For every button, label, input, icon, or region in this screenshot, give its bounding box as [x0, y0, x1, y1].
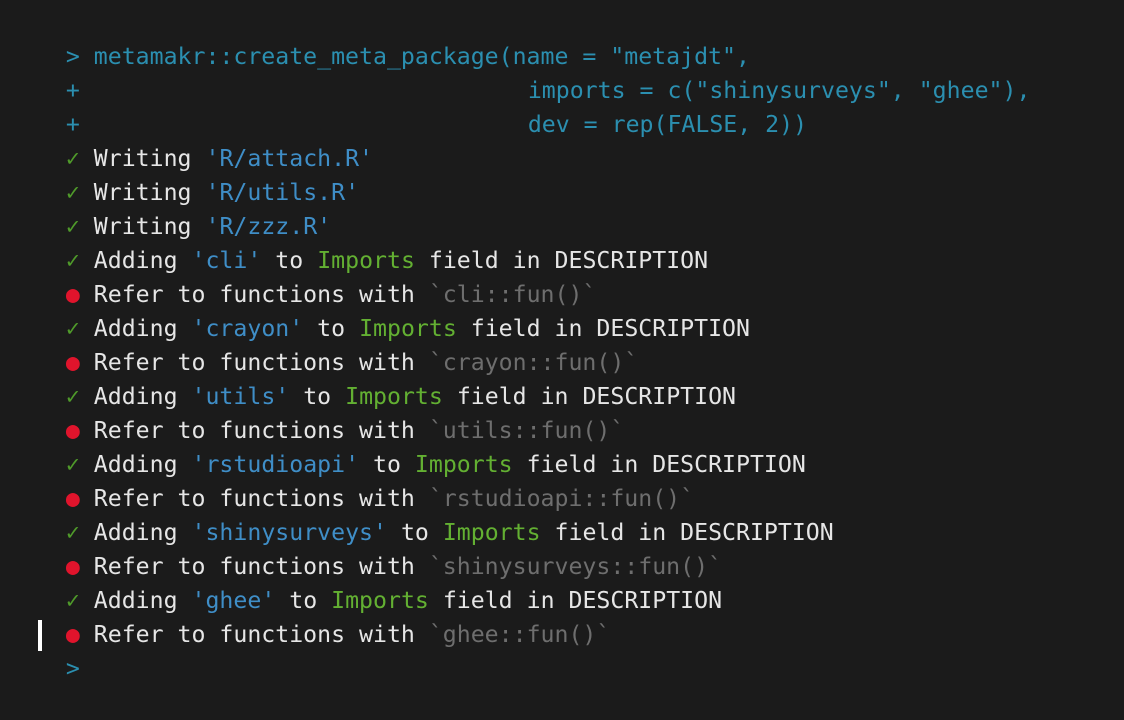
output-line: ● Refer to functions with `shinysurveys:… [10, 516, 722, 580]
command-line-2: + [10, 40, 80, 104]
output-line: ✓ Adding 'rstudioapi' to Imports field i… [10, 414, 806, 478]
output-line: ✓ Adding 'ghee' to Imports field in DESC… [10, 550, 722, 614]
output-line: ● Refer to functions with `cli::fun()` [10, 244, 597, 308]
prompt-symbol: > [65, 655, 80, 682]
command-continuation-3: dev = rep(FALSE, 2)) [472, 74, 807, 138]
command-continuation-2: imports = c("shinysurveys", "ghee"), [472, 40, 1031, 104]
command-line-1: > metamakr::create_meta_package(name = "… [10, 6, 750, 70]
command-text: dev = rep(FALSE, 2)) [527, 111, 808, 138]
output-line: ✓ Adding 'cli' to Imports field in DESCR… [10, 210, 708, 274]
input-prompt-line[interactable]: > [10, 618, 80, 682]
text-cursor [38, 620, 42, 651]
output-line: ✓ Writing 'R/attach.R' [10, 108, 373, 172]
output-line: ● Refer to functions with `crayon::fun()… [10, 312, 638, 376]
output-line: ✓ Adding 'crayon' to Imports field in DE… [10, 278, 750, 342]
r-console[interactable]: > metamakr::create_meta_package(name = "… [0, 0, 1124, 682]
output-line: ✓ Writing 'R/zzz.R' [10, 176, 331, 240]
function-hint: `ghee::fun()` [428, 621, 611, 648]
output-line: ✓ Adding 'utils' to Imports field in DES… [10, 346, 736, 410]
output-line: ● Refer to functions with `utils::fun()` [10, 380, 624, 444]
output-line: ● Refer to functions with `rstudioapi::f… [10, 448, 694, 512]
output-line: ● Refer to functions with `ghee::fun()` [10, 584, 610, 648]
command-line-3: + [10, 74, 80, 138]
output-line: ✓ Adding 'shinysurveys' to Imports field… [10, 482, 834, 546]
output-line: ✓ Writing 'R/utils.R' [10, 142, 359, 206]
refer-text: Refer to functions with [93, 621, 415, 648]
